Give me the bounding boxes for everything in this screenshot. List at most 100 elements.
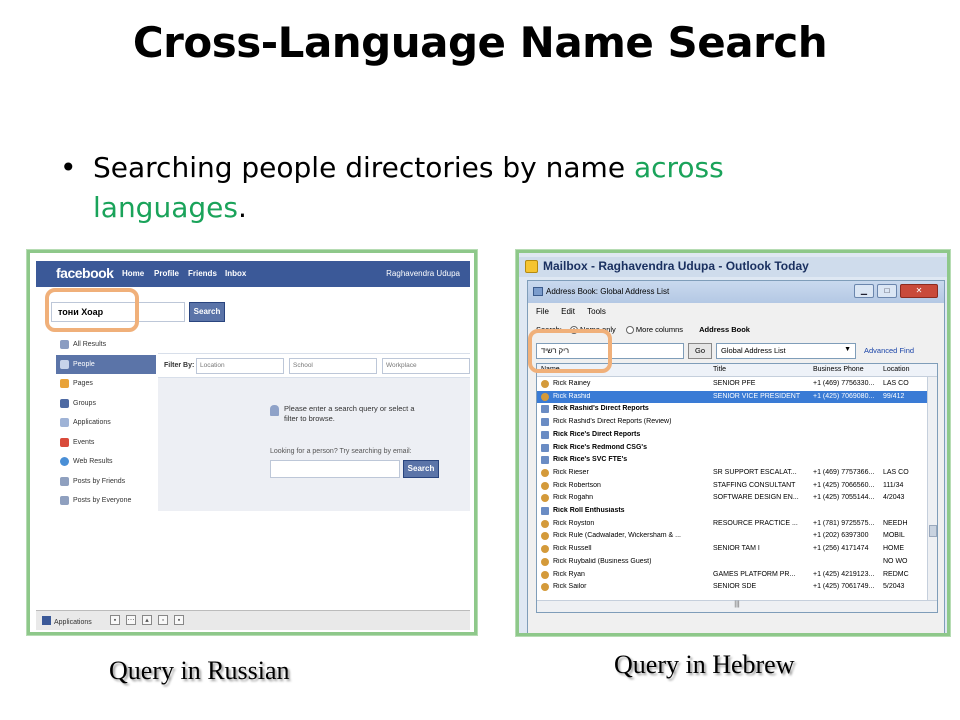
table-row[interactable]: Rick Rogahn SOFTWARE DESIGN EN... +1 (425)… (537, 492, 929, 505)
column-title[interactable]: Title (713, 366, 726, 373)
photos-icon[interactable]: ▪ (110, 615, 120, 625)
prompt-text: Please enter a search query or select a … (284, 404, 415, 423)
cell-title: SENIOR TAM I (713, 545, 760, 553)
group-icon (541, 456, 549, 465)
nav-friends[interactable]: Friends (188, 269, 217, 278)
group-icon (541, 507, 549, 515)
person-icon (541, 380, 549, 388)
cell-name: Rick Ryan (553, 570, 585, 578)
table-row[interactable]: Rick Russell SENIOR TAM I +1 (256) 4171474… (537, 543, 929, 556)
sidebar-item-groups[interactable]: Groups (56, 394, 156, 414)
address-book-icon (533, 287, 543, 296)
table-row[interactable]: Rick Rashid's Direct Reports (537, 403, 929, 416)
person-icon (541, 545, 549, 554)
maximize-button[interactable]: □ (877, 284, 897, 298)
column-business-phone[interactable]: Business Phone (813, 366, 864, 373)
cell-title: STAFFING CONSULTANT (713, 481, 796, 489)
table-row[interactable]: Rick Royston RESOURCE PRACTICE ... +1 (781… (537, 518, 929, 531)
cell-phone: +1 (469) 7756330... (813, 380, 875, 387)
person-icon (541, 468, 549, 477)
menu-tools[interactable]: Tools (587, 307, 606, 316)
cell-name: Rick Rashid's Direct Reports (553, 405, 649, 413)
applications-menu[interactable]: Applications (42, 616, 92, 626)
person-icon (541, 519, 549, 528)
nav-inbox[interactable]: Inbox (225, 269, 246, 278)
calendar-icon[interactable]: ▫ (158, 615, 168, 625)
email-search-input[interactable] (270, 460, 400, 478)
search-button[interactable]: Search (189, 302, 225, 322)
group-icon (541, 430, 549, 439)
address-list: Name Title Business Phone Location Rick … (536, 363, 938, 613)
table-row[interactable]: Rick Ryan GAMES PLATFORM PR... +1 (425) 42… (537, 569, 929, 582)
table-row[interactable]: Rick Rieser SR SUPPORT ESCALAT... +1 (469)… (537, 467, 929, 480)
column-location[interactable]: Location (883, 366, 909, 373)
outlook-screenshot: Mailbox - Raghavendra Udupa - Outlook To… (516, 250, 950, 636)
scrollbar-thumb[interactable] (929, 525, 937, 537)
cell-name: Rick Rieser (553, 468, 589, 476)
user-name[interactable]: Raghavendra Udupa (386, 269, 460, 278)
links-icon[interactable]: ⋯ (126, 615, 136, 625)
advanced-find-link[interactable]: Advanced Find (864, 346, 914, 355)
sidebar-item-pages[interactable]: Pages (56, 374, 156, 394)
cell-phone: +1 (425) 7069080... (813, 392, 875, 400)
cell-name: Rick Roll Enthusiasts (553, 507, 625, 514)
vertical-scrollbar[interactable] (927, 377, 937, 601)
filter-workplace-input[interactable]: Workplace (382, 358, 470, 374)
table-row[interactable]: Rick Ruybalid (Business Guest) NO WO (537, 556, 929, 569)
outlook-window-title: Mailbox - Raghavendra Udupa - Outlook To… (543, 259, 809, 273)
close-button[interactable]: ✕ (900, 284, 938, 298)
sidebar-item-applications[interactable]: Applications (56, 413, 156, 433)
sidebar-item-posts-by-friends[interactable]: Posts by Friends (56, 472, 156, 492)
table-row[interactable]: Rick Rice's Redmond CSG's (537, 442, 929, 455)
sidebar-item-events[interactable]: Events (56, 433, 156, 453)
cell-name: Rick Rice's SVC FTE's (553, 456, 628, 464)
more-columns-radio[interactable] (625, 326, 634, 335)
minimize-button[interactable]: ▁ (854, 284, 874, 298)
horizontal-scrollbar[interactable]: ||| (537, 600, 937, 612)
sidebar-item-people[interactable]: People (56, 354, 156, 374)
cell-title: SENIOR SDE (713, 583, 757, 591)
sidebar-item-posts-by-everyone[interactable]: Posts by Everyone (56, 491, 156, 511)
cell-location: 99/412 (883, 392, 905, 400)
table-row[interactable]: Rick Rice's Direct Reports (537, 429, 929, 442)
sidebar-item-web-results[interactable]: Web Results (56, 452, 156, 472)
groups-icon[interactable]: ▴ (142, 615, 152, 625)
posts-icon (60, 496, 69, 506)
cell-location: 5/2043 (883, 583, 905, 591)
cell-title: SR SUPPORT ESCALAT... (713, 468, 797, 476)
table-row[interactable]: Rick Sailor SENIOR SDE +1 (425) 7061749...… (537, 581, 929, 594)
cell-phone: +1 (469) 7757366... (813, 468, 875, 476)
filter-school-input[interactable]: School (289, 358, 377, 374)
table-row[interactable]: Rick Rashid SENIOR VICE PRESIDENT +1 (425)… (537, 390, 929, 404)
table-row[interactable]: Rick Rainey SENIOR PFE +1 (469) 7756330...… (537, 378, 929, 391)
email-search-button[interactable]: Search (403, 460, 439, 478)
filter-label: Filter By: (164, 362, 195, 369)
filter-bar: Filter By: Location School Workplace (158, 354, 470, 378)
sidebar-item-all-results[interactable]: All Results (56, 335, 156, 355)
facebook-icon (42, 616, 51, 625)
sidebar-item-label: Events (73, 438, 95, 446)
person-icon (60, 359, 69, 369)
sidebar-item-label: Pages (73, 380, 93, 388)
table-row[interactable]: Rick Roll Enthusiasts (537, 505, 929, 518)
table-row[interactable]: Rick Robertson STAFFING CONSULTANT +1 (425… (537, 480, 929, 493)
facebook-logo[interactable]: facebook (56, 265, 114, 281)
person-icon (541, 583, 549, 592)
go-button[interactable]: Go (688, 343, 712, 359)
nav-home[interactable]: Home (122, 269, 144, 278)
bullet-dot: • (60, 151, 77, 184)
cell-location: 4/2043 (883, 494, 905, 502)
table-row[interactable]: Rick Rice's SVC FTE's (537, 454, 929, 467)
dialog-title: Address Book: Global Address List (546, 287, 670, 296)
sidebar-item-label: Groups (73, 399, 96, 407)
menu-file[interactable]: File (536, 307, 549, 316)
person-icon (541, 557, 549, 566)
table-row[interactable]: Rick Rule (Cadwalader, Wickersham & ... +… (537, 530, 929, 543)
table-row[interactable]: Rick Rashid's Direct Reports (Review) (537, 416, 929, 429)
filter-location-input[interactable]: Location (196, 358, 284, 374)
sidebar-item-label: Applications (73, 419, 111, 427)
notes-icon[interactable]: ▪ (174, 615, 184, 625)
nav-profile[interactable]: Profile (154, 269, 179, 278)
address-book-select[interactable]: Global Address List ▼ (716, 343, 856, 359)
menu-edit[interactable]: Edit (561, 307, 575, 316)
